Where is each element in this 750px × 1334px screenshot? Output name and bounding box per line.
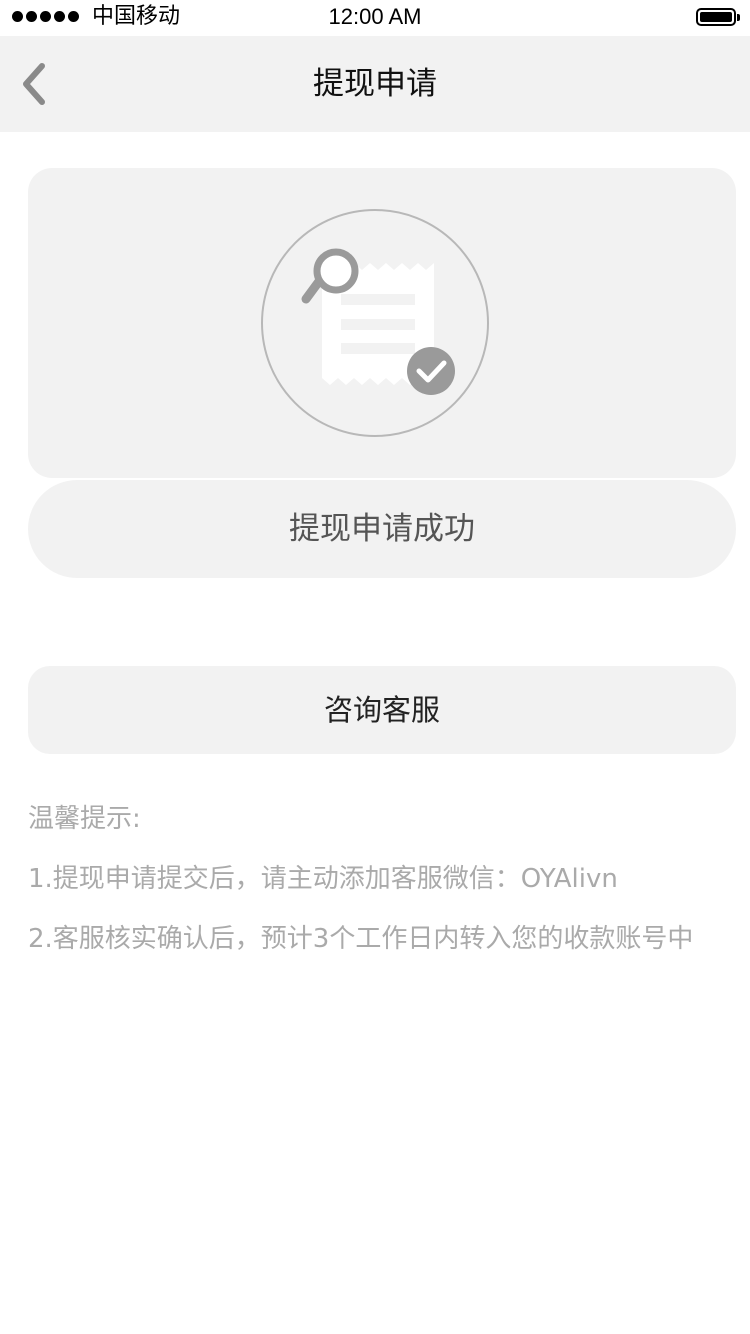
page-title: 提现申请 <box>313 66 437 102</box>
tips-title: 温馨提示: <box>28 804 141 834</box>
back-button[interactable] <box>0 36 70 132</box>
tip-line-1: 1.提现申请提交后，请主动添加客服微信：OYAlivn <box>28 864 618 894</box>
tips-section: 温馨提示: 1.提现申请提交后，请主动添加客服微信：OYAlivn 2.客服核实… <box>28 795 748 963</box>
success-message: 提现申请成功 <box>28 480 736 578</box>
status-bar: 中国移动 12:00 AM <box>0 0 750 36</box>
chevron-left-icon <box>23 63 45 105</box>
battery-full-icon <box>696 8 740 26</box>
contact-service-button[interactable]: 咨询客服 <box>28 666 736 754</box>
success-illustration-card <box>28 168 736 478</box>
receipt-search-check-icon <box>261 209 489 437</box>
status-time: 12:00 AM <box>328 4 422 29</box>
nav-bar: 提现申请 <box>0 36 750 132</box>
tip-line-2: 2.客服核实确认后，预计3个工作日内转入您的收款账号中 <box>28 924 694 954</box>
